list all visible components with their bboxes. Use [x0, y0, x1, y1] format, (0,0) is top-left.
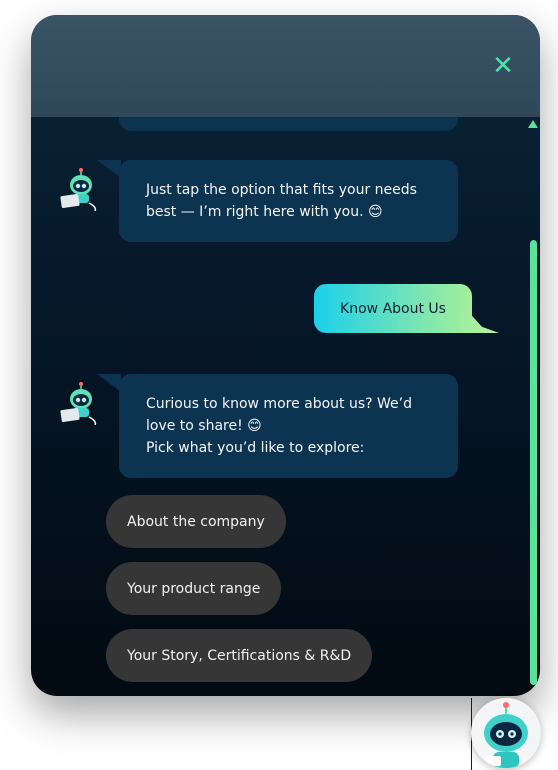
bot-message: Curious to know more about us? We’d love…	[97, 374, 458, 478]
chat-widget: ✕ Just tap the option that fits your nee…	[31, 15, 540, 696]
option-label: Your product range	[127, 580, 261, 597]
close-icon[interactable]: ✕	[492, 53, 514, 79]
message-line: Just tap the option that fits your needs	[146, 182, 417, 198]
robot-laptop-icon	[60, 382, 97, 425]
bot-message: Just tap the option that fits your needs…	[97, 160, 458, 242]
previous-bot-bubble	[119, 117, 458, 131]
robot-laptop-icon	[60, 168, 97, 211]
message-line: Pick what you’d like to explore:	[146, 440, 365, 456]
user-message: Know About Us	[314, 284, 472, 333]
message-line: best — I’m right here with you. 😊	[146, 204, 383, 220]
option-story-certifications[interactable]: Your Story, Certifications & R&D	[106, 629, 373, 682]
chat-header: ✕	[31, 15, 540, 117]
option-product-range[interactable]: Your product range	[106, 562, 282, 615]
message-line: Curious to know more about us? We’d	[146, 396, 413, 412]
chat-messages[interactable]: Just tap the option that fits your needs…	[31, 117, 540, 696]
option-about-company[interactable]: About the company	[106, 495, 286, 548]
chat-launcher-button[interactable]	[471, 698, 541, 768]
user-message-text: Know About Us	[340, 300, 446, 317]
scroll-up-icon[interactable]	[528, 120, 538, 128]
robot-launcher-icon	[484, 702, 528, 768]
option-label: Your Story, Certifications & R&D	[127, 647, 352, 664]
scrollbar-thumb[interactable]	[530, 240, 537, 685]
option-label: About the company	[127, 513, 265, 530]
user-bubble-tail	[461, 312, 499, 333]
message-line: love to share! 😊	[146, 418, 262, 434]
